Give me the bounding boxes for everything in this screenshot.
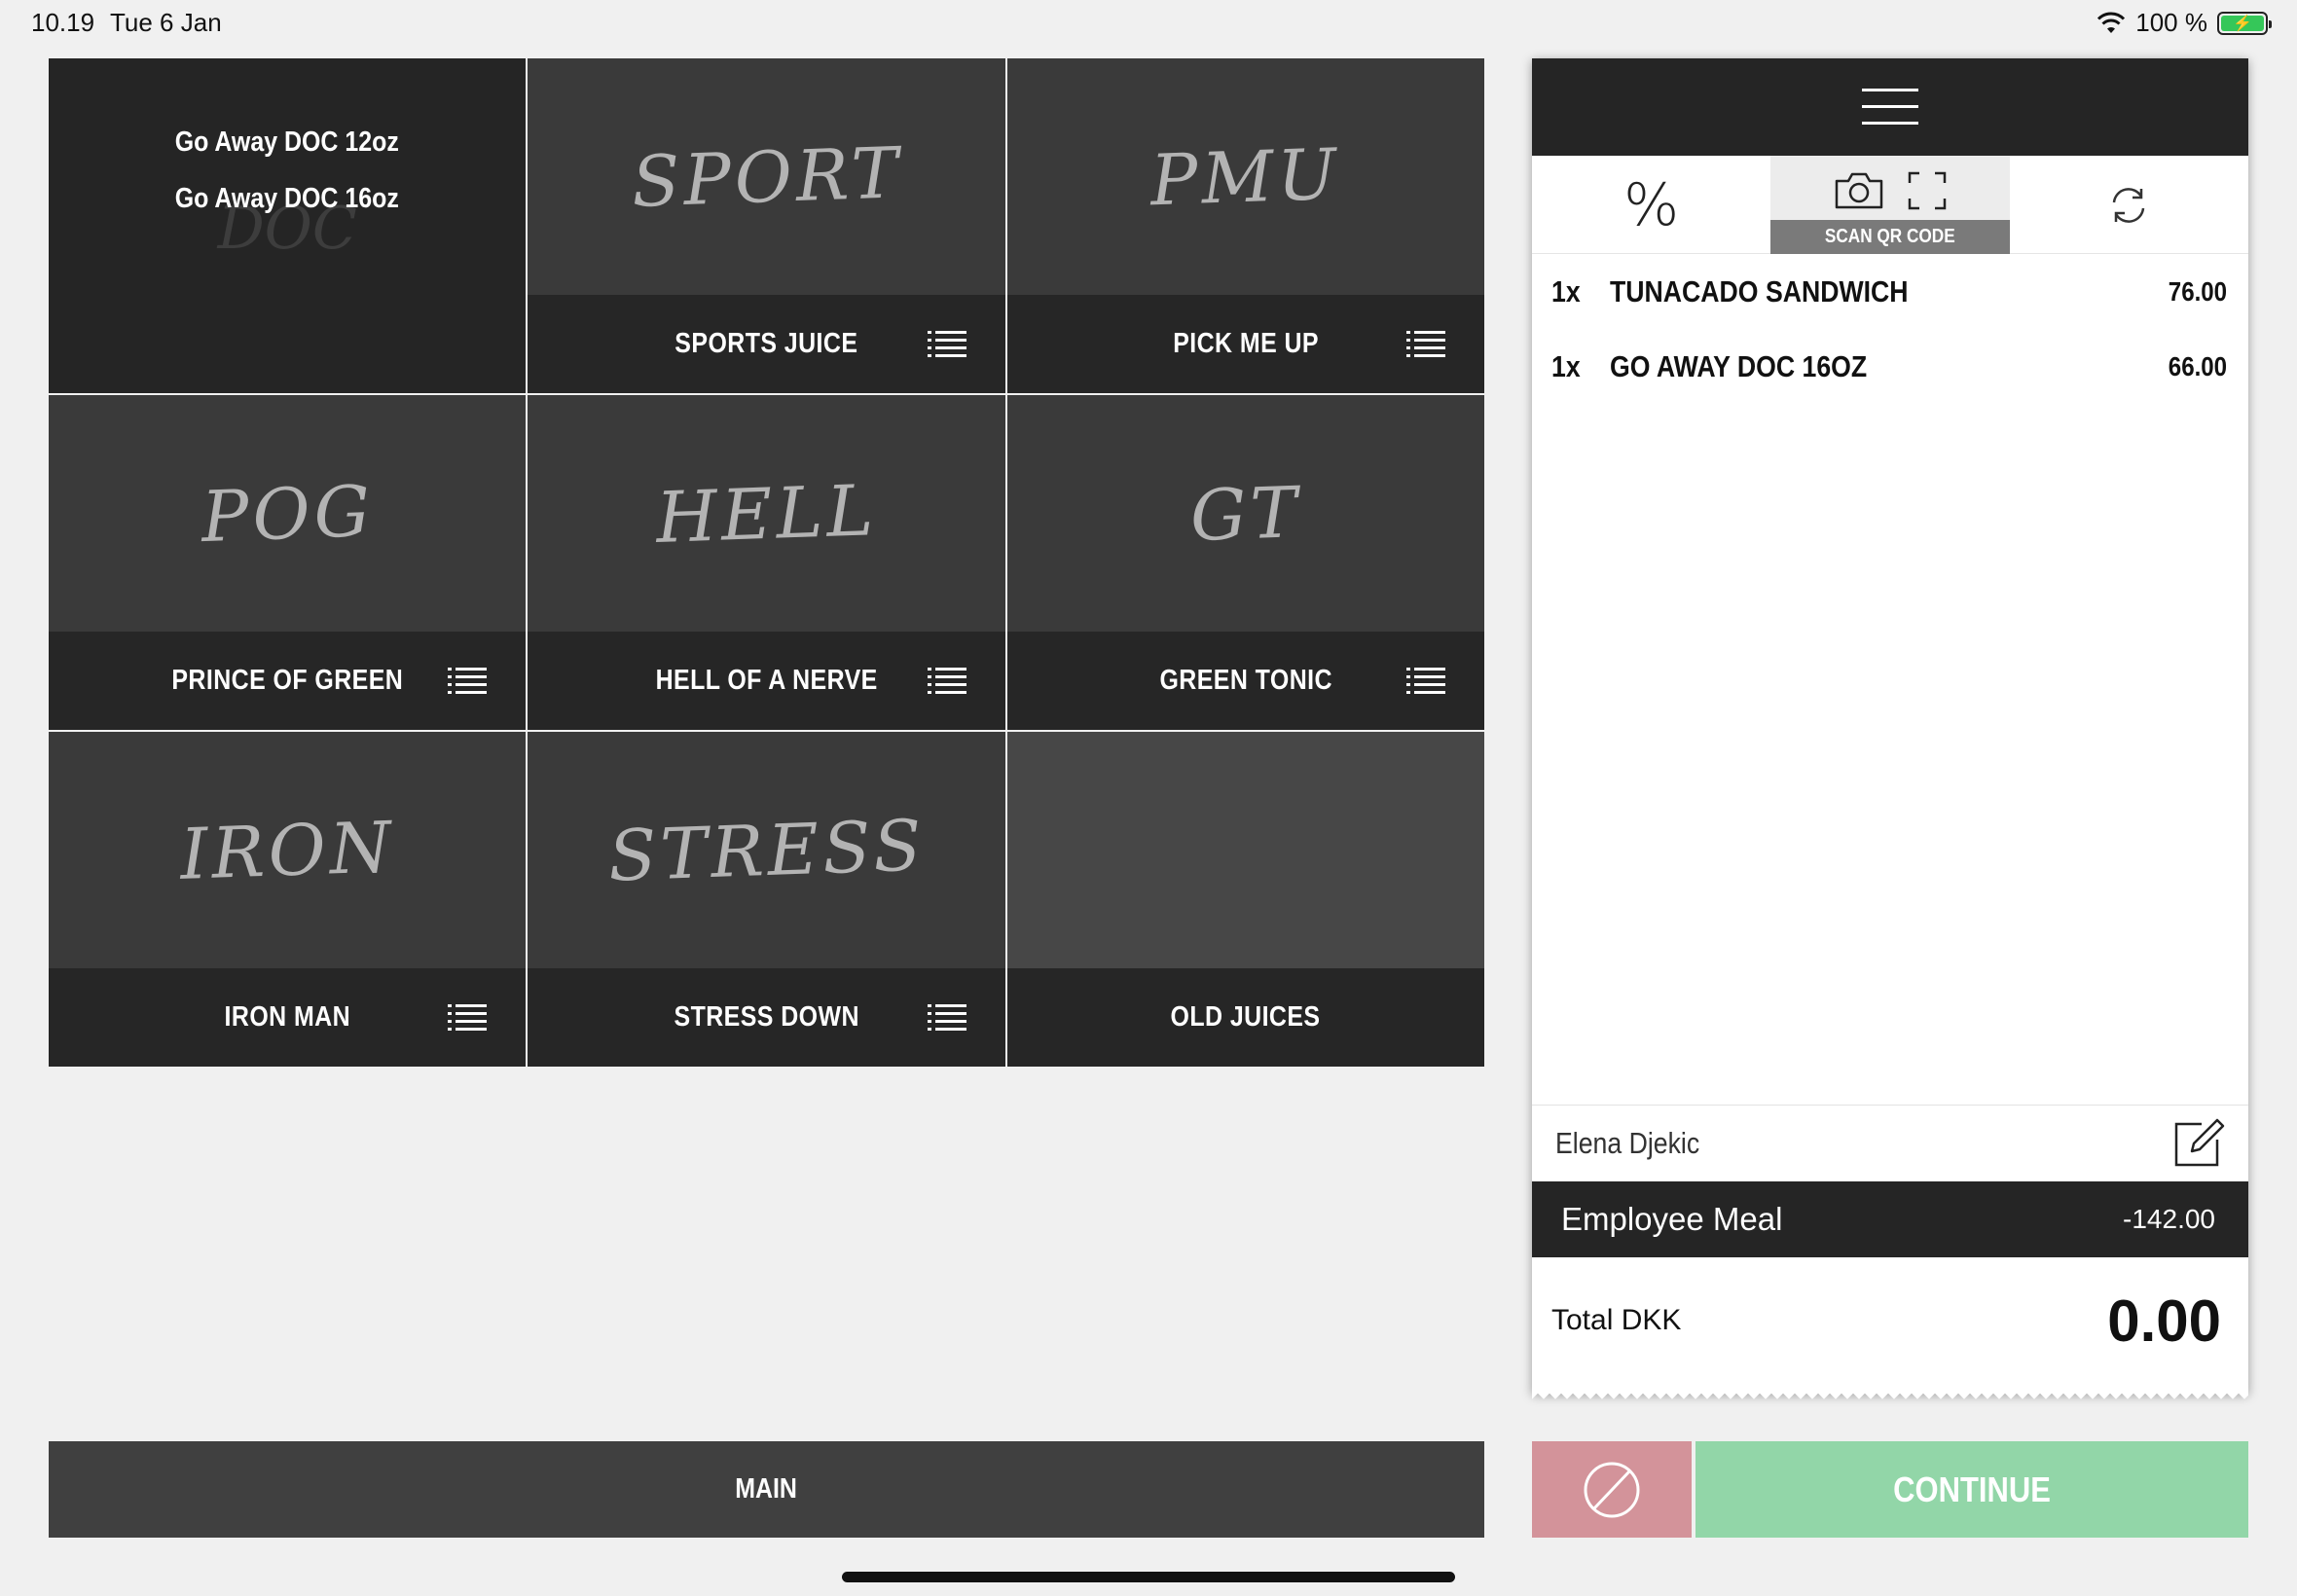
tile-label: HELL OF A NERVE [655, 665, 878, 696]
list-icon[interactable] [927, 330, 966, 357]
tile-art: HELL [654, 468, 879, 559]
line-name: GO AWAY DOC 16OZ [1610, 348, 1868, 383]
list-icon[interactable] [927, 667, 966, 694]
tile-label: GREEN TONIC [1159, 665, 1332, 696]
tile-art: GT [1188, 470, 1303, 557]
line-price: 76.00 [2168, 275, 2227, 307]
tile-stress-down[interactable]: STRESS STRESS DOWN [528, 732, 1005, 1067]
discount-row[interactable]: Employee Meal -142.00 [1532, 1181, 2248, 1257]
discount-button[interactable]: % [1532, 156, 1770, 254]
status-time: 10.19 [31, 8, 95, 37]
customer-row: Elena Djekic [1532, 1105, 2248, 1181]
refresh-button[interactable] [2010, 156, 2248, 254]
hamburger-icon [1862, 89, 1918, 125]
total-value: 0.00 [2107, 1288, 2221, 1354]
tile-art: PMU [1148, 132, 1342, 221]
tile-label: PICK ME UP [1172, 328, 1319, 359]
wifi-icon [2097, 12, 2126, 33]
tile-iron-man[interactable]: IRON IRON MAN [49, 732, 527, 1067]
list-icon[interactable] [1406, 330, 1445, 357]
tile-label: STRESS DOWN [674, 1001, 859, 1033]
battery-percent: 100 % [2135, 8, 2207, 37]
battery-icon: ⚡ [2217, 11, 2272, 35]
line-name: TUNACADO SANDWICH [1610, 273, 1909, 308]
tile-go-away-doc: DOC Go Away DOC 12oz Go Away DOC 16oz [49, 58, 527, 393]
list-icon[interactable] [448, 667, 488, 694]
continue-button[interactable]: CONTINUE [1695, 1441, 2248, 1538]
order-items: 1x TUNACADO SANDWICH 76.00 1x GO AWAY DO… [1532, 254, 2248, 404]
percent-icon: % [1623, 170, 1680, 239]
scan-qr-button[interactable]: SCAN QR CODE [1770, 156, 2010, 254]
home-indicator[interactable] [842, 1572, 1455, 1582]
main-label: MAIN [735, 1473, 798, 1505]
tile-prince-of-green[interactable]: POG PRINCE OF GREEN [49, 395, 527, 730]
cancel-icon [1584, 1462, 1640, 1517]
order-line[interactable]: 1x GO AWAY DOC 16OZ 66.00 [1532, 329, 2248, 404]
tile-art: IRON [178, 805, 396, 895]
tile-label: SPORTS JUICE [675, 328, 858, 359]
hamburger-menu-button[interactable] [1532, 58, 2248, 156]
product-grid: DOC Go Away DOC 12oz Go Away DOC 16oz SP… [49, 58, 1484, 1067]
status-date: Tue 6 Jan [110, 8, 222, 37]
customer-name: Elena Djekic [1555, 1126, 1700, 1160]
cancel-order-button[interactable] [1532, 1441, 1692, 1538]
refresh-icon [2113, 187, 2145, 223]
tile-pick-me-up[interactable]: PMU PICK ME UP [1006, 58, 1484, 393]
list-icon[interactable] [448, 1003, 488, 1031]
tile-hell-of-a-nerve[interactable]: HELL HELL OF A NERVE [528, 395, 1005, 730]
tile-green-tonic[interactable]: GT GREEN TONIC [1006, 395, 1484, 730]
total-row: Total DKK 0.00 [1532, 1257, 2248, 1384]
tile-art: STRESS [606, 803, 927, 897]
qr-frame-icon [1908, 171, 1947, 210]
tile-go-away-doc-16oz[interactable]: Go Away DOC 16oz [49, 58, 526, 226]
list-icon[interactable] [1406, 667, 1445, 694]
tile-sports-juice[interactable]: SPORT SPORTS JUICE [528, 58, 1005, 393]
discount-label: Employee Meal [1561, 1201, 1783, 1237]
line-qty: 1x [1551, 273, 1581, 308]
discount-amount: -142.00 [2123, 1204, 2215, 1234]
status-right: 100 % ⚡ [2096, 8, 2272, 38]
camera-icon [1835, 172, 1883, 209]
tile-old-juices[interactable]: OLD JUICES [1006, 732, 1484, 1067]
total-label: Total DKK [1551, 1304, 1682, 1336]
order-line[interactable]: 1x TUNACADO SANDWICH 76.00 [1532, 254, 2248, 329]
tile-label: OLD JUICES [1170, 1001, 1321, 1033]
continue-label: CONTINUE [1893, 1469, 2051, 1509]
list-icon[interactable] [927, 1003, 966, 1031]
status-bar: 10.19 Tue 6 Jan 100 % ⚡ [0, 0, 2297, 47]
tile-art: SPORT [630, 130, 903, 223]
order-panel: % SCAN QR CODE 1x TUNACADO SANDWICH 76.0… [1532, 58, 2248, 1403]
receipt-edge [1532, 1392, 2248, 1403]
tile-label: IRON MAN [224, 1001, 350, 1033]
tile-label: Go Away DOC 16oz [175, 183, 400, 214]
main-category-button[interactable]: MAIN [49, 1441, 1484, 1538]
order-toolbar: % SCAN QR CODE [1532, 156, 2248, 254]
tile-art: POG [200, 469, 376, 558]
line-qty: 1x [1551, 348, 1581, 383]
tile-label: PRINCE OF GREEN [171, 665, 404, 696]
scan-qr-label: SCAN QR CODE [1825, 226, 1955, 247]
line-price: 66.00 [2168, 350, 2227, 381]
edit-icon[interactable] [2172, 1118, 2227, 1169]
